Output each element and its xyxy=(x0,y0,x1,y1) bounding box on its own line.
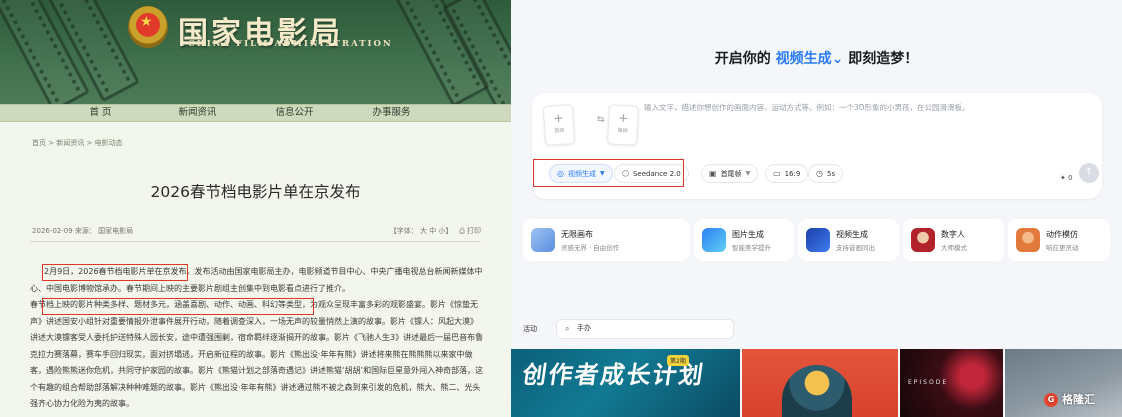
search-icon: ⌕ xyxy=(565,324,570,333)
national-emblem-icon xyxy=(128,6,168,48)
avatar-thumbnail xyxy=(911,228,935,252)
watermark-text: 格隆汇 xyxy=(1062,393,1095,406)
first-frame-upload[interactable]: + 首帧 xyxy=(542,104,576,146)
feature-title: 数字人 xyxy=(941,230,965,239)
plus-icon: + xyxy=(617,110,629,126)
feature-title: 图片生成 xyxy=(732,230,764,239)
clock-icon: ◷ xyxy=(816,169,823,178)
print-link[interactable]: 打印 xyxy=(467,227,481,235)
activity-label: 活动 xyxy=(523,325,537,333)
prompt-input[interactable] xyxy=(644,103,1084,112)
nav-news[interactable]: 新闻资讯 xyxy=(149,105,246,121)
last-frame-label: 尾帧 xyxy=(617,127,628,135)
paragraph-2-text: ，为观众呈现丰富多彩的观影盛宴。影片《惊蛰无声》讲述国安小组针对重要情报外泄事件… xyxy=(30,300,484,408)
font-size-label: 【字体： xyxy=(389,227,418,235)
feature-subtitle: 灵感无界 · 自由创作 xyxy=(561,244,620,252)
tile-title: EPISODE xyxy=(908,379,949,386)
chevron-down-icon: ⌄ xyxy=(831,51,844,67)
red-highlight-box xyxy=(42,264,188,281)
tile-figure-image xyxy=(782,365,852,417)
duration-label: 5s xyxy=(826,169,836,178)
activity-search-input[interactable] xyxy=(577,324,727,332)
red-highlight-box xyxy=(42,298,314,315)
article-title: 2026春节档电影片单在京发布 xyxy=(150,183,361,201)
arrow-up-icon: ↑ xyxy=(1084,167,1094,178)
activity-search[interactable]: ⌕ xyxy=(556,319,734,339)
feature-title: 动作模仿 xyxy=(1046,230,1078,239)
frame-icon: ▣ xyxy=(709,169,717,178)
tile-badge: 第2期 xyxy=(667,355,689,366)
motion-thumbnail xyxy=(1016,228,1040,252)
feature-card-image[interactable]: 图片生成 智能美学提升 xyxy=(694,219,794,261)
font-size-close: 】 xyxy=(445,227,453,235)
feature-card-motion[interactable]: 动作模仿 响应更灵动 xyxy=(1008,219,1110,261)
page-headline: 开启你的 视频生成⌄ 即刻造梦！ xyxy=(511,48,1122,68)
headline-mode-selector[interactable]: 视频生成⌄ xyxy=(776,51,844,67)
print-icon[interactable]: ⎙ xyxy=(459,227,465,235)
feature-card-canvas[interactable]: 无限画布 灵感无界 · 自由创作 xyxy=(523,219,690,261)
cfa-article-page: 国家电影局 CHINA FILM ADMINISTRATION 首 页 新闻资讯… xyxy=(0,0,511,417)
article-tools: 【字体： 大 中 小】 ⎙ 打印 xyxy=(390,226,481,236)
send-button[interactable]: ↑ xyxy=(1079,163,1099,183)
duration-select[interactable]: ◷ 5s xyxy=(808,164,844,183)
watermark: G 格隆汇 xyxy=(1044,391,1095,407)
credits-value: 0 xyxy=(1068,174,1073,182)
headline-suffix: 即刻造梦！ xyxy=(848,51,919,67)
activity-tile-3[interactable]: EPISODE xyxy=(900,349,1003,417)
frame-mode-select[interactable]: ▣ 首尾帧 ▼ xyxy=(701,164,759,183)
article-meta: 2026-02-09 来源： 国家电影局 xyxy=(32,227,134,235)
feature-subtitle: 支持音画同出 xyxy=(836,244,875,252)
headline-prefix: 开启你的 xyxy=(714,51,771,67)
plus-icon: + xyxy=(553,110,565,126)
feature-subtitle: 大师模式 xyxy=(941,244,967,252)
font-medium-link[interactable]: 中 xyxy=(429,227,436,235)
site-subtitle: CHINA FILM ADMINISTRATION xyxy=(188,39,393,49)
font-large-link[interactable]: 大 xyxy=(420,227,427,235)
first-frame-label: 首帧 xyxy=(554,127,565,135)
last-frame-upload[interactable]: + 尾帧 xyxy=(606,104,640,146)
watermark-logo-icon: G xyxy=(1044,393,1058,407)
main-nav: 首 页 新闻资讯 信息公开 办事服务 xyxy=(0,104,511,122)
nav-home[interactable]: 首 页 xyxy=(52,105,149,121)
activity-tile-creator-program[interactable]: 创作者成长计划 第2期 xyxy=(511,349,740,417)
feature-subtitle: 响应更灵动 xyxy=(1046,244,1079,252)
video-generation-page: 开启你的 视频生成⌄ 即刻造梦！ + 首帧 ⇆ + 尾帧 ◎ 视频生成 ▼ ⬡ … xyxy=(511,0,1122,417)
activity-tile-2[interactable] xyxy=(742,349,898,417)
cfa-banner: 国家电影局 CHINA FILM ADMINISTRATION xyxy=(0,0,511,104)
aspect-ratio-icon: ▭ xyxy=(773,169,781,178)
video-gen-icon xyxy=(806,228,830,252)
image-gen-icon xyxy=(702,228,726,252)
nav-services[interactable]: 办事服务 xyxy=(343,105,440,121)
ratio-label: 16:9 xyxy=(784,169,801,178)
red-highlight-box xyxy=(533,159,684,187)
feature-card-avatar[interactable]: 数字人 大师模式 xyxy=(903,219,1004,261)
feature-title: 无限画布 xyxy=(561,230,593,239)
frame-mode-label: 首尾帧 xyxy=(720,169,742,178)
feature-subtitle: 智能美学提升 xyxy=(732,244,771,252)
credits-icon: ✦ xyxy=(1060,174,1066,182)
feature-title: 视频生成 xyxy=(836,230,868,239)
chevron-down-icon: ▼ xyxy=(745,170,751,177)
breadcrumb[interactable]: 首页 > 新闻资讯 > 电影动态 xyxy=(32,138,123,148)
headline-mode-label: 视频生成 xyxy=(775,51,832,67)
feature-card-video[interactable]: 视频生成 支持音画同出 xyxy=(798,219,899,261)
swap-icon[interactable]: ⇆ xyxy=(597,115,605,125)
nav-info[interactable]: 信息公开 xyxy=(246,105,343,121)
canvas-thumbnail xyxy=(531,228,555,252)
credits-counter: ✦ 0 xyxy=(1060,174,1073,182)
divider xyxy=(30,241,481,242)
ratio-select[interactable]: ▭ 16:9 xyxy=(765,164,809,183)
